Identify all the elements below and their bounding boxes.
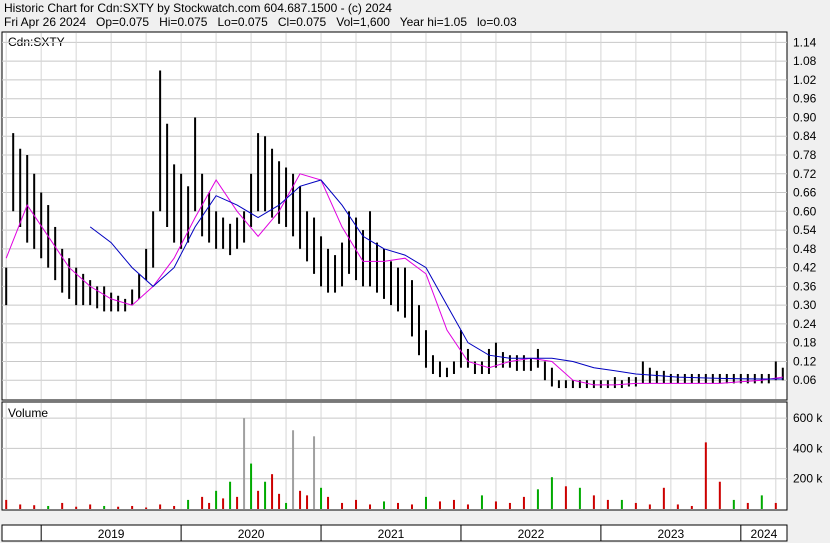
volume-tick-label-1: 400 k	[793, 441, 823, 455]
volume-bar-9	[131, 505, 134, 509]
volume-bar-0	[5, 499, 8, 509]
volume-bar-48	[550, 477, 553, 509]
volume-bar-37	[396, 502, 399, 509]
volume-bar-56	[662, 487, 665, 509]
volume-bar-13	[187, 499, 190, 509]
volume-bar-5	[75, 506, 78, 509]
stock-chart-svg: Cdn:SXTY Volume 1.141.081.020.960.900.84…	[1, 31, 823, 542]
price-tick-label-9: 0.60	[793, 204, 817, 218]
x-tick-label-0: 2019	[98, 527, 125, 541]
volume-bar-31	[320, 487, 323, 509]
price-tick-label-4: 0.90	[793, 110, 817, 124]
volume-bar-23	[264, 481, 267, 509]
volume-bar-15	[208, 502, 211, 509]
volume-bar-55	[648, 504, 651, 509]
x-tick-label-4: 2023	[658, 527, 685, 541]
volume-tick-label-0: 600 k	[793, 411, 823, 425]
volume-bar-38	[410, 504, 413, 509]
volume-bar-44	[494, 501, 497, 509]
volume-bar-28	[299, 490, 302, 509]
volume-bar-51	[592, 495, 595, 509]
price-tick-label-0: 1.14	[793, 35, 817, 49]
volume-bar-54	[634, 502, 637, 509]
volume-bar-19	[236, 496, 239, 509]
volume-bar-50	[578, 487, 581, 509]
volume-bar-10	[145, 507, 148, 509]
volume-bar-61	[732, 499, 735, 509]
volume-bar-29	[306, 495, 309, 509]
price-tick-label-15: 0.24	[793, 317, 817, 331]
x-tick-label-1: 2020	[238, 527, 265, 541]
price-tick-label-13: 0.36	[793, 279, 817, 293]
volume-bar-33	[341, 502, 344, 509]
price-tick-label-5: 0.84	[793, 129, 817, 143]
volume-bar-62	[746, 502, 749, 509]
volume-tick-label-2: 200 k	[793, 472, 823, 486]
volume-bar-25	[278, 493, 281, 509]
price-tick-label-16: 0.18	[793, 336, 817, 350]
volume-bar-30	[313, 436, 316, 509]
volume-bar-1	[19, 504, 22, 509]
volume-bar-52	[606, 499, 609, 509]
volume-bar-18	[229, 481, 232, 509]
volume-bar-27	[292, 430, 295, 509]
price-tick-label-12: 0.42	[793, 261, 817, 275]
volume-bar-46	[522, 496, 525, 509]
price-tick-label-17: 0.12	[793, 354, 817, 368]
volume-bar-14	[201, 496, 204, 509]
price-tick-label-11: 0.48	[793, 242, 817, 256]
volume-bar-36	[383, 501, 386, 509]
volume-bar-41	[452, 499, 455, 509]
price-tick-label-18: 0.06	[793, 373, 817, 387]
volume-bar-63	[760, 495, 763, 509]
volume-bar-22	[257, 490, 260, 509]
volume-bar-42	[466, 504, 469, 509]
volume-bar-24	[271, 474, 274, 509]
volume-bar-34	[355, 499, 358, 509]
volume-bar-58	[690, 505, 693, 509]
volume-bar-7	[103, 505, 106, 509]
volume-bar-49	[564, 486, 567, 509]
volume-bar-6	[89, 504, 92, 509]
volume-bar-17	[222, 498, 225, 509]
volume-bar-11	[159, 504, 162, 509]
volume-bar-16	[215, 490, 218, 509]
volume-bar-21	[250, 463, 253, 509]
price-tick-label-2: 1.02	[793, 73, 817, 87]
volume-bar-45	[508, 502, 511, 509]
chart-stage: Historic Chart for Cdn:SXTY by Stockwatc…	[0, 0, 830, 543]
price-tick-label-6: 0.78	[793, 148, 817, 162]
volume-bar-59	[704, 442, 707, 509]
volume-bar-43	[480, 495, 483, 509]
volume-bar-20	[243, 418, 246, 509]
volume-bar-64	[774, 502, 777, 509]
price-tick-label-14: 0.30	[793, 298, 817, 312]
x-tick-label-5: 2024	[751, 527, 778, 541]
volume-bar-57	[676, 504, 679, 509]
volume-bar-40	[438, 501, 441, 509]
price-panel	[1, 31, 788, 401]
price-tick-label-3: 0.96	[793, 92, 817, 106]
x-tick-label-3: 2022	[518, 527, 545, 541]
volume-bar-8	[117, 506, 120, 509]
volume-bar-3	[47, 505, 50, 509]
price-tick-label-7: 0.72	[793, 167, 817, 181]
x-tick-label-2: 2021	[378, 527, 405, 541]
volume-bar-26	[285, 502, 288, 509]
volume-bar-47	[536, 489, 539, 509]
volume-bar-53	[620, 499, 623, 509]
volume-bar-2	[33, 505, 36, 509]
volume-bar-60	[718, 481, 721, 509]
price-tick-label-1: 1.08	[793, 54, 817, 68]
price-tick-label-8: 0.66	[793, 186, 817, 200]
price-tick-label-10: 0.54	[793, 223, 817, 237]
volume-bar-32	[327, 496, 330, 509]
volume-bar-4	[61, 502, 64, 509]
volume-bar-12	[173, 505, 176, 509]
volume-bar-35	[369, 504, 372, 509]
volume-bar-39	[424, 496, 427, 509]
